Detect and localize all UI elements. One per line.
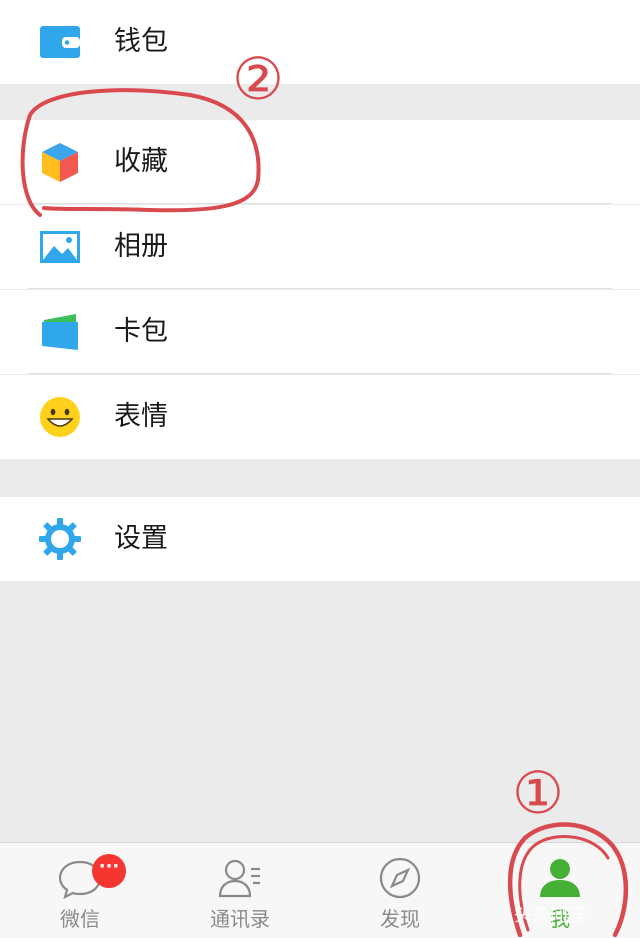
wallet-icon: [40, 26, 80, 58]
menu-item-label: 收藏: [114, 146, 168, 177]
menu-item-wallet[interactable]: 钱包: [0, 0, 640, 84]
tab-label: 发现: [380, 907, 420, 931]
contacts-icon: [218, 859, 260, 898]
divider: [28, 288, 612, 289]
divider: [28, 373, 612, 374]
favorites-cube-icon: [42, 143, 78, 182]
menu-item-album[interactable]: 相册: [0, 205, 640, 289]
menu-item-label: 钱包: [114, 26, 168, 57]
tab-chats[interactable]: ··· 微信: [0, 843, 160, 938]
watermark: 头条问答: [514, 905, 586, 926]
menu-item-label: 表情: [114, 401, 168, 432]
unread-badge: ···: [92, 854, 126, 888]
tab-label: 通讯录: [210, 907, 270, 931]
tab-discover[interactable]: 发现: [320, 843, 480, 938]
menu-item-label: 设置: [114, 523, 168, 554]
me-person-icon: [540, 859, 580, 897]
discover-compass-icon: [379, 857, 421, 899]
me-screen: 钱包 收藏 相册 卡包 表情 设置 ··· 微信 通讯录 发现 我 ② ① 头条…: [0, 0, 640, 938]
menu-item-label: 相册: [114, 231, 168, 262]
sticker-smiley-icon: [40, 397, 80, 437]
divider: [28, 203, 612, 204]
menu-item-settings[interactable]: 设置: [0, 497, 640, 581]
album-icon: [40, 231, 80, 263]
menu-item-stickers[interactable]: 表情: [0, 375, 640, 459]
card-wallet-icon: [42, 314, 78, 350]
annotation-mark-1: ①: [512, 759, 564, 827]
menu-item-favorites[interactable]: 收藏: [0, 120, 640, 204]
settings-gear-icon: [39, 518, 81, 560]
annotation-mark-2: ②: [232, 45, 284, 113]
tab-label: 微信: [60, 907, 100, 931]
menu-item-card-wallet[interactable]: 卡包: [0, 290, 640, 374]
tab-contacts[interactable]: 通讯录: [160, 843, 320, 938]
menu-item-label: 卡包: [114, 316, 168, 347]
